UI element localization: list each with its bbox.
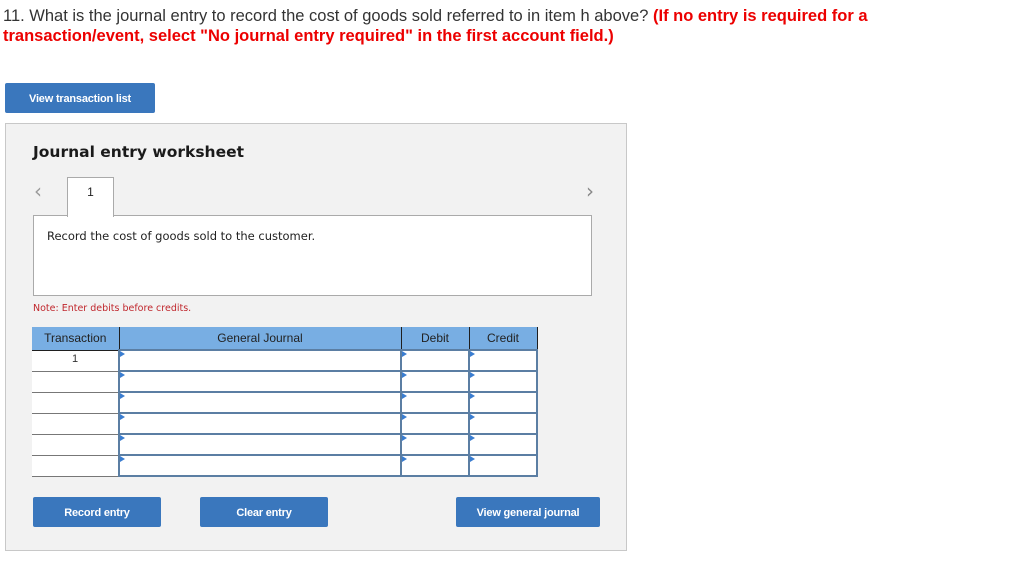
table-row	[32, 412, 538, 435]
view-transaction-list-button[interactable]: View transaction list	[5, 83, 155, 113]
debit-field[interactable]	[400, 391, 470, 414]
transaction-number	[32, 455, 119, 477]
transaction-number	[32, 371, 119, 393]
input-marker-icon	[470, 351, 475, 357]
dropdown-marker-icon	[120, 351, 125, 357]
clear-entry-button[interactable]: Clear entry	[200, 497, 328, 527]
dropdown-marker-icon	[120, 414, 125, 420]
worksheet-title: Journal entry worksheet	[33, 143, 245, 161]
entry-tab-1[interactable]: 1	[67, 177, 114, 217]
table-row	[32, 433, 538, 456]
dropdown-marker-icon	[120, 435, 125, 441]
record-entry-button[interactable]: Record entry	[33, 497, 161, 527]
debit-field[interactable]	[400, 454, 470, 477]
journal-entry-worksheet: Journal entry worksheet ‹ › 1 Record the…	[5, 123, 627, 551]
table-row: 1	[32, 349, 538, 372]
credit-field[interactable]	[468, 412, 538, 435]
table-row	[32, 391, 538, 414]
dropdown-marker-icon	[120, 393, 125, 399]
table-row	[32, 454, 538, 477]
transaction-number: 1	[32, 350, 119, 372]
input-marker-icon	[470, 414, 475, 420]
debit-field[interactable]	[400, 433, 470, 456]
account-field[interactable]	[118, 370, 402, 393]
header-transaction: Transaction	[32, 327, 120, 351]
account-field[interactable]	[118, 349, 402, 372]
input-marker-icon	[402, 351, 407, 357]
chevron-left-icon[interactable]: ‹	[34, 181, 42, 201]
debit-field[interactable]	[400, 370, 470, 393]
journal-table-header: Transaction General Journal Debit Credit	[32, 327, 538, 351]
account-field[interactable]	[118, 433, 402, 456]
debit-credit-note: Note: Enter debits before credits.	[33, 303, 192, 314]
dropdown-marker-icon	[120, 372, 125, 378]
chevron-right-icon[interactable]: ›	[586, 181, 594, 201]
transaction-number	[32, 392, 119, 414]
input-marker-icon	[470, 372, 475, 378]
credit-field[interactable]	[468, 391, 538, 414]
table-row	[32, 370, 538, 393]
input-marker-icon	[402, 456, 407, 462]
input-marker-icon	[470, 393, 475, 399]
account-field[interactable]	[118, 412, 402, 435]
header-debit: Debit	[401, 327, 470, 351]
account-field[interactable]	[118, 454, 402, 477]
input-marker-icon	[402, 414, 407, 420]
entry-description-box: Record the cost of goods sold to the cus…	[33, 215, 592, 296]
debit-field[interactable]	[400, 349, 470, 372]
journal-table: Transaction General Journal Debit Credit…	[32, 327, 538, 477]
header-credit: Credit	[469, 327, 538, 351]
input-marker-icon	[402, 435, 407, 441]
entry-description: Record the cost of goods sold to the cus…	[47, 229, 316, 243]
question-prompt: 11. What is the journal entry to record …	[3, 7, 649, 25]
input-marker-icon	[402, 372, 407, 378]
account-field[interactable]	[118, 391, 402, 414]
transaction-number	[32, 413, 119, 435]
input-marker-icon	[470, 456, 475, 462]
debit-field[interactable]	[400, 412, 470, 435]
credit-field[interactable]	[468, 433, 538, 456]
view-general-journal-button[interactable]: View general journal	[456, 497, 600, 527]
question-text: 11. What is the journal entry to record …	[3, 6, 1013, 46]
transaction-number	[32, 434, 119, 456]
credit-field[interactable]	[468, 349, 538, 372]
header-general-journal: General Journal	[119, 327, 402, 351]
credit-field[interactable]	[468, 370, 538, 393]
input-marker-icon	[402, 393, 407, 399]
credit-field[interactable]	[468, 454, 538, 477]
input-marker-icon	[470, 435, 475, 441]
dropdown-marker-icon	[120, 456, 125, 462]
